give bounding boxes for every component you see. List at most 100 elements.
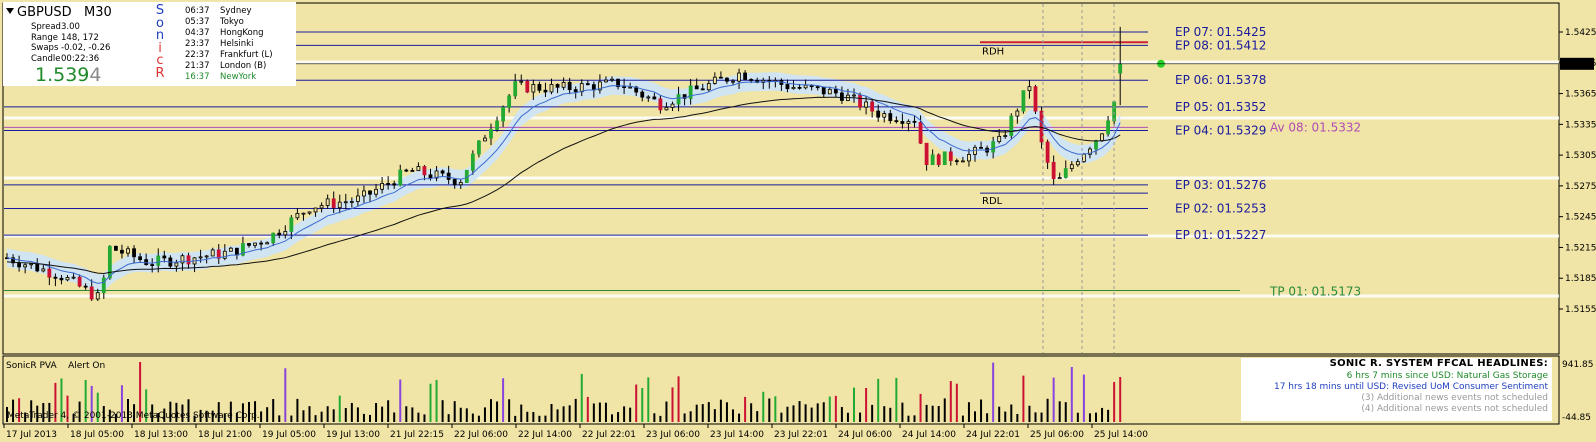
- candle-body: [942, 151, 947, 166]
- candle-body: [531, 84, 536, 93]
- candle-body: [180, 255, 185, 264]
- collapse-triangle-icon[interactable]: [6, 8, 14, 14]
- indicator-label: SonicR PVA Alert On: [6, 361, 105, 371]
- candle-body: [283, 231, 288, 236]
- stat-value: 3.00: [61, 22, 80, 32]
- session-time: 16:37: [185, 72, 210, 82]
- session-row: 05:37 Tokyo: [185, 17, 273, 28]
- candle-body: [47, 268, 52, 278]
- session-time: 23:37: [185, 39, 210, 49]
- session-time: 04:37: [185, 28, 210, 38]
- candle-body: [501, 107, 506, 122]
- time-tick-label: 25 Jul 14:00: [1094, 430, 1148, 440]
- time-tick-label: 22 Jul 22:01: [582, 430, 636, 440]
- candle-body: [259, 242, 264, 245]
- ep-label: EP 08: 01.5412: [1175, 38, 1266, 52]
- candle-body: [301, 212, 306, 215]
- candle-body: [89, 286, 94, 300]
- price-last-digit: 4: [89, 64, 102, 86]
- candle-body: [446, 172, 451, 180]
- candle-body: [610, 78, 614, 81]
- price-tick-label: 1.5425: [1565, 28, 1596, 38]
- candle-body: [65, 277, 70, 281]
- candle-body: [676, 94, 681, 105]
- candle-body: [561, 82, 566, 88]
- candle-body: [948, 151, 953, 162]
- candle-body: [404, 169, 409, 172]
- stat-value: -0.02, -0.26: [61, 43, 111, 53]
- candle-body: [331, 198, 336, 209]
- candle-body: [555, 84, 560, 88]
- candle-body: [803, 84, 808, 89]
- time-tick-label: 23 Jul 22:01: [774, 430, 828, 440]
- candle-body: [670, 103, 675, 108]
- price-tick-label: 1.5335: [1565, 120, 1596, 130]
- candle-body: [821, 86, 826, 95]
- dragon-band: [7, 72, 1121, 293]
- candle-body: [458, 182, 463, 186]
- candle-body: [23, 264, 28, 268]
- candle-body: [979, 146, 983, 149]
- stat-row: Swaps -0.02, -0.26: [31, 43, 110, 54]
- candle-body: [864, 101, 868, 108]
- price-main: 1.539: [35, 64, 90, 86]
- session-name: Frankfurt (L): [220, 50, 273, 60]
- candle-body: [585, 83, 590, 86]
- news-line: 6 hrs 7 mins since USD: Natural Gas Stor…: [1346, 371, 1548, 381]
- candle-body: [107, 245, 112, 279]
- candle-body: [132, 248, 136, 258]
- price-axis: 1.54251.53951.53651.53351.53051.52751.52…: [1559, 28, 1596, 423]
- candle-body: [325, 198, 330, 206]
- session-time: 21:37: [185, 61, 210, 71]
- candle-body: [725, 77, 729, 82]
- candle-body: [900, 121, 905, 124]
- candle-body: [422, 166, 427, 176]
- stat-key: Swaps: [31, 43, 59, 53]
- candle-body: [349, 201, 354, 203]
- price-tick-label: 1.5245: [1565, 213, 1596, 223]
- news-header: SONIC R. SYSTEM FFCAL HEADLINES:: [1329, 358, 1548, 369]
- candle-body: [343, 201, 348, 204]
- candle-body: [731, 80, 735, 83]
- candle-body: [1003, 135, 1008, 137]
- indicator-max-label: 941.85: [1562, 360, 1594, 370]
- candle-body: [198, 256, 203, 259]
- session-row: 06:37 Sydney: [185, 6, 273, 17]
- price-tick-label: 1.5215: [1565, 243, 1596, 253]
- candle-body: [1118, 63, 1123, 74]
- candle-body: [1009, 115, 1014, 136]
- candle-body: [35, 263, 40, 272]
- candle-body: [319, 205, 324, 209]
- candle-body: [791, 86, 796, 90]
- candle-body: [936, 154, 941, 166]
- candle-body: [29, 263, 34, 266]
- candle-body: [470, 153, 475, 171]
- candle-body: [150, 264, 155, 266]
- timeframe: M30: [84, 5, 112, 20]
- candle-body: [1106, 120, 1110, 135]
- candle-body: [265, 242, 270, 245]
- session-time: 05:37: [185, 17, 210, 27]
- ep-label: EP 02: 01.5253: [1175, 201, 1266, 215]
- symbol-title[interactable]: GBPUSD M30: [6, 5, 112, 20]
- price-tick-label: 1.5155: [1565, 305, 1596, 315]
- candle-body: [870, 101, 875, 112]
- candle-body: [483, 137, 487, 142]
- ep-label: EP 05: 01.5352: [1175, 100, 1266, 114]
- time-tick-label: 18 Jul 05:00: [70, 430, 124, 440]
- candle-body: [876, 110, 881, 118]
- candle-body: [785, 84, 790, 90]
- stat-key: Spread: [31, 22, 61, 32]
- candle-body: [77, 276, 82, 287]
- stat-row: Candle 00:22:36: [31, 54, 110, 65]
- candle-body: [543, 89, 548, 93]
- candle-body: [174, 262, 179, 267]
- candle-body: [216, 249, 221, 259]
- candle-body: [410, 170, 415, 172]
- candle-body: [452, 179, 457, 186]
- candle-body: [833, 88, 838, 94]
- price-tick-label: 1.5185: [1565, 274, 1596, 284]
- session-row: 23:37 Helsinki: [185, 39, 273, 50]
- session-name: London (B): [220, 61, 267, 71]
- candle-body: [53, 276, 58, 279]
